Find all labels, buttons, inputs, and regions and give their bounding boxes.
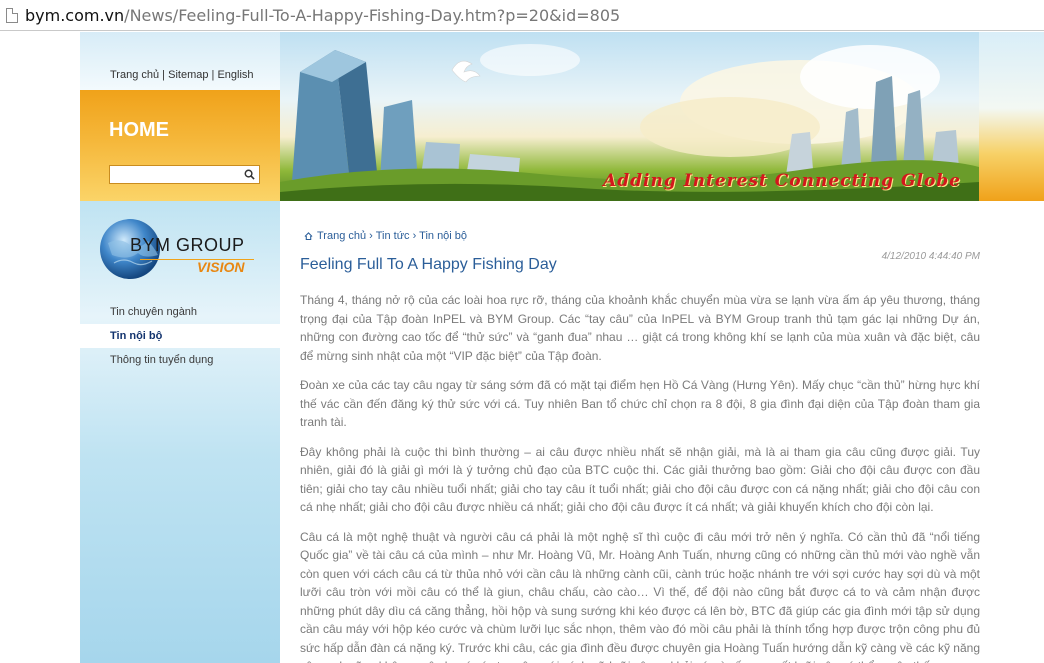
breadcrumb-news[interactable]: Tin tức bbox=[376, 230, 410, 242]
home-panel: HOME bbox=[80, 90, 280, 201]
article-paragraph: Tháng 4, tháng nở rộ của các loài hoa rự… bbox=[300, 293, 980, 363]
article-date: 4/12/2010 4:44:40 PM bbox=[881, 251, 980, 262]
breadcrumb-internal-news[interactable]: Tin nội bộ bbox=[419, 230, 467, 242]
sidebar-item-industry-news[interactable]: Tin chuyên ngành bbox=[80, 300, 280, 324]
breadcrumb: Trang chủ › Tin tức › Tin nội bộ bbox=[304, 230, 467, 242]
page-icon bbox=[6, 7, 18, 23]
url-path: /News/Feeling-Full-To-A-Happy-Fishing-Da… bbox=[124, 5, 621, 25]
top-links: Trang chủ | Sitemap | English bbox=[110, 69, 254, 81]
sidebar-item-recruitment[interactable]: Thông tin tuyển dụng bbox=[80, 348, 280, 372]
sidebar-item-internal-news[interactable]: Tin nội bộ bbox=[80, 324, 280, 348]
header-banner: Adding Interest Connecting Globe bbox=[280, 32, 979, 201]
page: Trang chủ | Sitemap | English HOME Addin… bbox=[0, 32, 1044, 663]
url-text[interactable]: bym.com.vn/News/Feeling-Full-To-A-Happy-… bbox=[25, 6, 620, 25]
home-label[interactable]: HOME bbox=[109, 119, 169, 142]
search-icon[interactable] bbox=[244, 169, 255, 180]
banner-slogan: Adding Interest Connecting Globe bbox=[603, 171, 961, 191]
right-decoration bbox=[979, 32, 1044, 201]
top-link-sitemap[interactable]: Sitemap bbox=[168, 69, 208, 81]
article-paragraph: Đoàn xe của các tay câu ngay từ sáng sớm… bbox=[300, 378, 980, 429]
logo-text-primary: BYM GROUP bbox=[130, 235, 245, 255]
article-title: Feeling Full To A Happy Fishing Day bbox=[300, 256, 557, 273]
breadcrumb-home[interactable]: Trang chủ bbox=[317, 230, 366, 242]
top-link-home[interactable]: Trang chủ bbox=[110, 69, 159, 81]
sidebar-menu: Tin chuyên ngành Tin nội bộ Thông tin tu… bbox=[80, 300, 280, 372]
address-bar[interactable]: bym.com.vn/News/Feeling-Full-To-A-Happy-… bbox=[0, 0, 1044, 31]
top-link-english[interactable]: English bbox=[217, 69, 253, 81]
left-header-sky bbox=[80, 32, 280, 90]
search-input[interactable] bbox=[109, 165, 260, 184]
article-content: Trang chủ › Tin tức › Tin nội bộ 4/12/20… bbox=[300, 201, 980, 663]
url-host: bym.com.vn bbox=[25, 5, 125, 25]
sidebar: BYM GROUP VISION Tin chuyên ngành Tin nộ… bbox=[80, 201, 280, 663]
left-header: Trang chủ | Sitemap | English HOME bbox=[80, 32, 280, 201]
logo-text-secondary: VISION bbox=[197, 259, 245, 275]
bym-logo[interactable]: BYM GROUP VISION bbox=[98, 213, 278, 293]
article-paragraph: Đây không phải là cuộc thi bình thường –… bbox=[300, 444, 980, 515]
article-paragraph: Câu cá là một nghệ thuật và người câu cá… bbox=[300, 529, 980, 663]
home-icon bbox=[304, 232, 313, 240]
article-body: Tháng 4, tháng nở rộ của các loài hoa rự… bbox=[300, 291, 980, 663]
